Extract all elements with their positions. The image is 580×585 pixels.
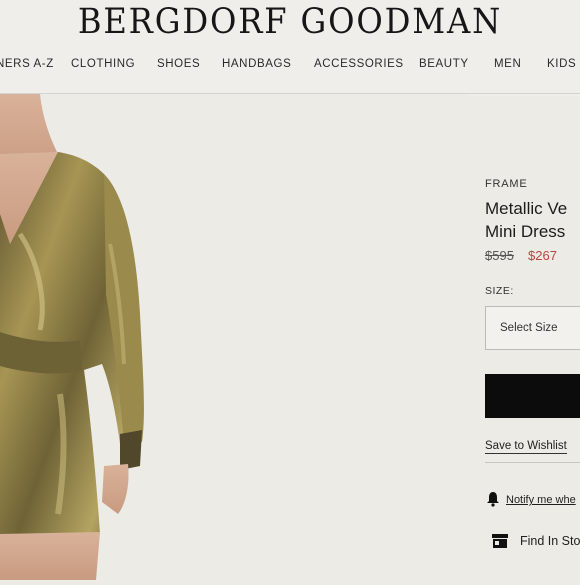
nav-item-men[interactable]: MEN [494, 58, 521, 70]
product-title-line1: Metallic Ve [485, 199, 568, 218]
wishlist-divider [485, 462, 580, 463]
product-title-line2: Mini Dress [485, 222, 566, 241]
find-in-store-link[interactable]: Find In Sto [520, 534, 580, 548]
save-to-wishlist-link[interactable]: Save to Wishlist [485, 440, 567, 454]
bell-icon [487, 492, 499, 507]
nav-item-clothing[interactable]: CLOTHING [71, 58, 135, 70]
product-brand[interactable]: FRAME [485, 178, 528, 190]
nav-item-beauty[interactable]: BEAUTY [419, 58, 469, 70]
original-price: $595 [485, 248, 514, 263]
size-label: SIZE: [485, 285, 514, 297]
site-header: BERGDORF GOODMAN NERS A-Z CLOTHING SHOES… [0, 0, 580, 96]
sale-price: $267 [528, 248, 557, 263]
main-nav: NERS A-Z CLOTHING SHOES HANDBAGS ACCESSO… [0, 58, 580, 78]
brand-logo[interactable]: BERGDORF GOODMAN [23, 2, 557, 42]
nav-item-accessories[interactable]: ACCESSORIES [314, 58, 404, 70]
nav-item-shoes[interactable]: SHOES [157, 58, 200, 70]
store-icon [492, 534, 508, 548]
product-image[interactable] [0, 94, 470, 580]
nav-item-designers[interactable]: NERS A-Z [0, 58, 54, 70]
product-title: Metallic Ve Mini Dress [485, 197, 580, 243]
add-to-bag-button[interactable] [485, 374, 580, 418]
nav-item-handbags[interactable]: HANDBAGS [222, 58, 291, 70]
dress-photo [0, 94, 144, 580]
nav-item-kids[interactable]: KIDS [547, 58, 576, 70]
notify-me-link[interactable]: Notify me whe [506, 494, 576, 506]
size-select[interactable]: Select Size [485, 306, 580, 350]
size-select-placeholder: Select Size [500, 322, 558, 334]
